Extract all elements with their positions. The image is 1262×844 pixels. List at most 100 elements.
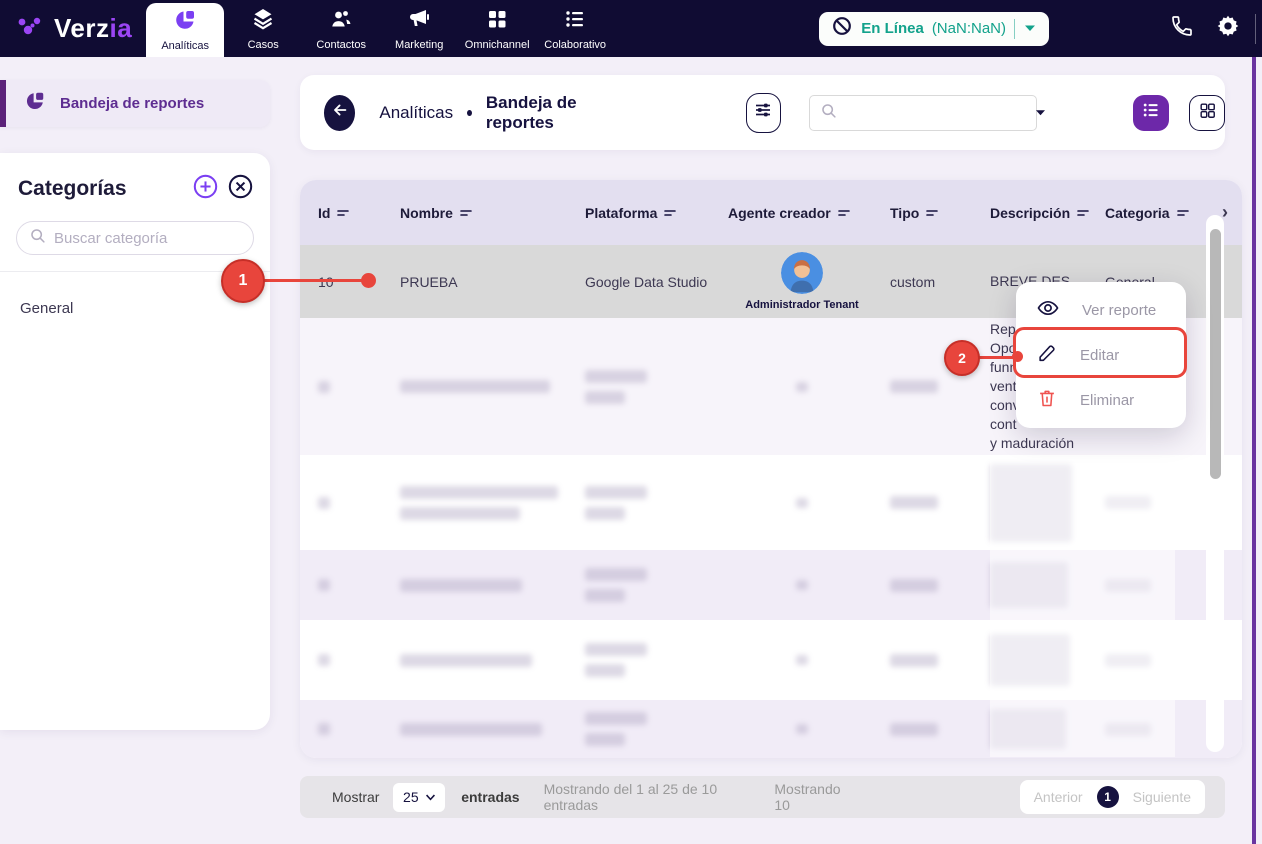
search-icon bbox=[29, 227, 46, 249]
tab-label: Marketing bbox=[395, 38, 444, 51]
cell-agente-creador: Administrador Tenant bbox=[728, 252, 890, 311]
close-panel-button[interactable] bbox=[227, 173, 254, 205]
status-divider bbox=[1014, 18, 1015, 39]
eye-icon bbox=[1036, 296, 1060, 325]
grid-view-icon bbox=[1198, 101, 1217, 125]
breadcrumb-current: Bandeja de reportes bbox=[485, 92, 577, 132]
cell-nombre: PRUEBA bbox=[400, 273, 458, 290]
current-page-button[interactable]: 1 bbox=[1096, 786, 1119, 808]
list-view-icon bbox=[1141, 100, 1161, 125]
category-search-input[interactable] bbox=[54, 229, 241, 247]
tab-casos[interactable]: Casos bbox=[224, 0, 302, 57]
cell-plataforma: Google Data Studio bbox=[585, 273, 708, 290]
redacted-text bbox=[585, 712, 647, 725]
annotation-highlight-editar bbox=[1013, 327, 1187, 378]
table-scrollbar-thumb[interactable] bbox=[1209, 229, 1221, 479]
sliders-icon bbox=[752, 99, 774, 126]
redacted-text bbox=[585, 390, 625, 404]
page-size-select[interactable]: 25 bbox=[393, 782, 446, 812]
breadcrumb-separator-dot bbox=[467, 109, 472, 116]
next-page-button[interactable]: Siguiente bbox=[1133, 789, 1191, 805]
annotation-line-1 bbox=[263, 279, 365, 282]
redacted-text bbox=[318, 723, 330, 735]
column-header-nombre[interactable]: Nombre bbox=[400, 205, 585, 221]
redacted-text bbox=[585, 369, 647, 383]
redacted-text bbox=[400, 506, 520, 520]
redacted-text bbox=[400, 380, 550, 393]
sort-icon bbox=[926, 209, 939, 216]
menu-item-eliminar[interactable]: Eliminar bbox=[1016, 378, 1186, 423]
breadcrumb-parent[interactable]: Analíticas bbox=[379, 103, 453, 123]
previous-page-button[interactable]: Anterior bbox=[1034, 789, 1083, 805]
page-toolbar: Analíticas Bandeja de reportes bbox=[300, 75, 1225, 150]
column-header-descripcion[interactable]: Descripción bbox=[990, 205, 1105, 221]
redacted-text bbox=[890, 380, 938, 393]
active-item-accent-bar bbox=[0, 80, 6, 127]
reports-table: Id Nombre Plataforma Agente creador Tipo… bbox=[300, 180, 1242, 758]
redacted-text bbox=[318, 579, 330, 591]
category-search-box[interactable] bbox=[16, 221, 254, 255]
column-header-agente-creador[interactable]: Agente creador bbox=[728, 205, 890, 221]
sort-icon bbox=[1176, 209, 1189, 216]
filters-button[interactable] bbox=[745, 92, 781, 133]
back-button[interactable] bbox=[324, 94, 356, 131]
redacted-text bbox=[890, 496, 938, 509]
verzia-logo-icon bbox=[16, 14, 46, 44]
phone-button[interactable] bbox=[1159, 14, 1205, 43]
tab-contactos[interactable]: Contactos bbox=[302, 0, 380, 57]
list-view-button[interactable] bbox=[1133, 94, 1169, 131]
nav-edge-divider bbox=[1255, 13, 1256, 44]
gear-icon bbox=[1215, 13, 1241, 44]
pagination-bar: Mostrar 25 entradas Mostrando del 1 al 2… bbox=[300, 776, 1225, 818]
redacted-text bbox=[890, 578, 938, 592]
column-header-tipo[interactable]: Tipo bbox=[890, 205, 990, 221]
window-edge-scrollbar[interactable] bbox=[1252, 57, 1256, 844]
redacted-text bbox=[585, 643, 647, 656]
tab-label: Omnichannel bbox=[464, 38, 530, 51]
column-header-id[interactable]: Id bbox=[318, 205, 400, 221]
grid-view-button[interactable] bbox=[1189, 94, 1225, 131]
redacted-text bbox=[318, 496, 330, 509]
blocked-circle-icon bbox=[831, 15, 853, 42]
megaphone-icon bbox=[407, 7, 431, 36]
status-dropdown[interactable]: En Línea (NaN:NaN) bbox=[819, 11, 1049, 46]
redacted-text bbox=[585, 664, 625, 677]
tab-label: Contactos bbox=[316, 38, 366, 51]
table-search-box[interactable] bbox=[809, 94, 1045, 131]
settings-button[interactable] bbox=[1205, 13, 1251, 44]
table-search-input[interactable] bbox=[845, 104, 1026, 121]
chevron-down-icon[interactable] bbox=[1034, 104, 1047, 122]
redacted-text bbox=[318, 654, 330, 666]
trash-icon bbox=[1036, 387, 1058, 414]
pie-chart-icon bbox=[24, 90, 46, 117]
table-scrollbar-track[interactable] bbox=[1206, 215, 1224, 752]
redacted-text bbox=[585, 733, 625, 746]
tab-marketing[interactable]: Marketing bbox=[380, 0, 458, 57]
nav-right: En Línea (NaN:NaN) bbox=[819, 11, 1262, 46]
annotation-step-1: 1 bbox=[221, 259, 265, 303]
redacted-text bbox=[585, 589, 625, 602]
redacted-text bbox=[796, 580, 808, 590]
table-header-row: Id Nombre Plataforma Agente creador Tipo… bbox=[300, 180, 1242, 245]
tab-colaborativo[interactable]: Colaborativo bbox=[536, 0, 614, 57]
column-header-plataforma[interactable]: Plataforma bbox=[585, 205, 728, 221]
sidebar-item-bandeja-de-reportes[interactable]: Bandeja de reportes bbox=[0, 80, 270, 127]
brand-logo[interactable]: Verzia bbox=[0, 13, 146, 44]
redacted-text bbox=[585, 568, 647, 581]
chevron-down-icon bbox=[425, 794, 435, 801]
tab-analiticas[interactable]: Analíticas bbox=[146, 3, 225, 57]
add-category-button[interactable] bbox=[192, 173, 219, 205]
redacted-text bbox=[400, 485, 558, 499]
top-nav: Verzia Analíticas Casos Contactos Market… bbox=[0, 0, 1262, 57]
entradas-label: entradas bbox=[461, 789, 520, 805]
list-icon bbox=[563, 7, 587, 36]
redacted-text bbox=[400, 722, 542, 736]
phone-icon bbox=[1170, 14, 1194, 43]
search-icon bbox=[820, 102, 837, 124]
tab-omnichannel[interactable]: Omnichannel bbox=[458, 0, 536, 57]
chevron-down-icon[interactable] bbox=[1023, 20, 1037, 38]
redacted-text bbox=[318, 380, 330, 393]
sort-icon bbox=[337, 209, 350, 216]
redacted-text bbox=[796, 497, 808, 508]
redacted-text bbox=[585, 506, 625, 520]
